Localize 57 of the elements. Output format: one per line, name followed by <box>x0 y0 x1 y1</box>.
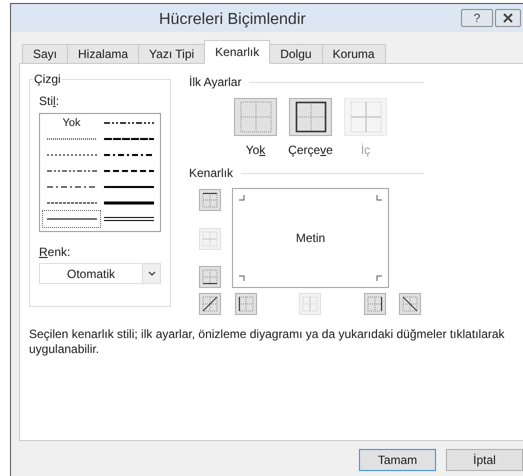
border-icon <box>350 101 382 133</box>
description-text: Seçilen kenarlık stili; ilk ayarlar, önizleme diyagramı ya da yukarıdaki düğmeler tıklatılarak uygulanabilir. <box>29 327 506 357</box>
border-icon <box>202 230 218 246</box>
window-title: Hücreleri Biçimlendir <box>159 10 306 30</box>
dialog-button[interactable]: İptal <box>446 449 523 471</box>
tab[interactable]: Sayı <box>22 44 68 64</box>
line-sample-icon <box>46 136 96 142</box>
close-button[interactable] <box>495 9 521 27</box>
tab[interactable]: Yazı Tipi <box>138 44 206 64</box>
border-icon <box>402 296 418 312</box>
line-sample-icon <box>46 152 96 158</box>
preview-text: Metin <box>296 230 326 247</box>
style-label: Stil: <box>39 93 60 110</box>
line-style-option[interactable]: Yok <box>43 115 100 131</box>
color-dropdown[interactable]: Otomatik <box>39 263 161 284</box>
border-button[interactable] <box>199 266 221 288</box>
group-title: Çizgi <box>34 71 61 88</box>
preset-button[interactable] <box>289 98 332 136</box>
line-sample-icon <box>104 168 154 174</box>
close-icon <box>503 13 513 23</box>
tab[interactable]: Hizalama <box>67 44 140 64</box>
preset-label: İç <box>360 142 370 159</box>
border-icon <box>202 296 218 312</box>
tab[interactable]: Dolgu <box>269 44 323 64</box>
tab[interactable]: Kenarlık <box>204 40 270 64</box>
border-button[interactable] <box>235 293 257 315</box>
border-icon <box>238 296 254 312</box>
tab[interactable]: Koruma <box>322 44 386 64</box>
line-sample-icon <box>46 168 96 174</box>
border-button[interactable] <box>199 189 221 211</box>
border-icon <box>302 296 318 312</box>
line-sample-icon <box>104 152 154 158</box>
line-sample-icon <box>46 200 96 206</box>
border-icon <box>294 101 326 133</box>
border-button[interactable] <box>364 293 386 315</box>
line-sample-icon <box>46 216 96 222</box>
border-icon <box>202 192 218 208</box>
chevron-down-icon <box>148 271 156 276</box>
color-label: Renk: <box>39 244 70 261</box>
border-icon <box>202 269 218 285</box>
line-sample-icon <box>104 184 154 190</box>
border-icon <box>367 296 383 312</box>
border-button[interactable] <box>199 293 221 315</box>
preset-label: Çerçeve <box>288 142 333 159</box>
border-button[interactable] <box>399 293 421 315</box>
line-sample-icon <box>46 184 96 190</box>
line-sample-icon <box>104 200 154 206</box>
border-icon <box>240 101 272 133</box>
section-title: Kenarlık <box>189 165 234 182</box>
preset-label: Yok <box>246 142 266 159</box>
line-sample-icon <box>104 136 154 142</box>
section-title: İlk Ayarlar <box>189 74 242 91</box>
line-style-option[interactable] <box>43 211 100 227</box>
dialog-button[interactable]: Tamam <box>359 449 436 471</box>
line-sample-icon <box>104 216 154 222</box>
help-button[interactable]: ? <box>461 9 493 27</box>
line-sample-icon <box>104 120 154 126</box>
